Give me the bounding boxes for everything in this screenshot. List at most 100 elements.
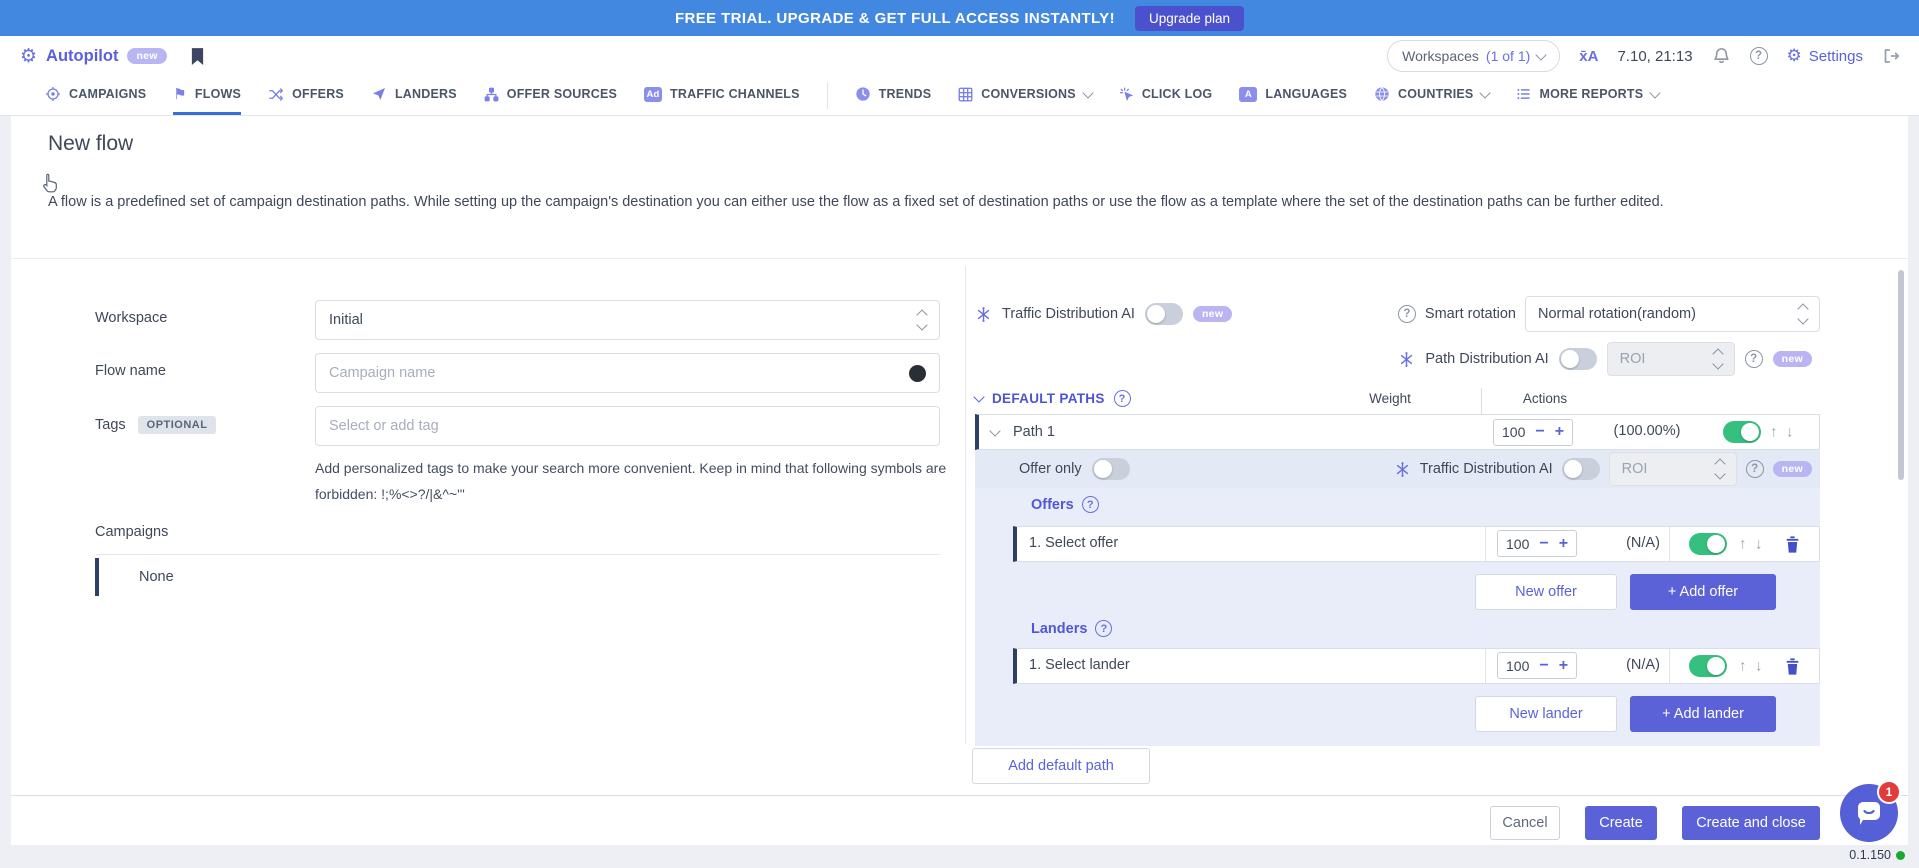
offer-only-toggle[interactable] xyxy=(1092,458,1130,480)
path-weight-percent: (100.00%) xyxy=(1591,423,1703,439)
plus-icon[interactable]: + xyxy=(1559,536,1568,552)
minus-icon[interactable]: − xyxy=(1539,536,1548,552)
chevron-down-icon xyxy=(1536,49,1547,60)
actions-column-header: Actions xyxy=(1495,391,1595,406)
nav-conversions[interactable]: CONVERSIONS xyxy=(958,76,1092,115)
plus-icon[interactable]: + xyxy=(1559,658,1568,674)
lander-weight-value[interactable]: 100 xyxy=(1506,658,1529,674)
tags-label-text: Tags xyxy=(95,417,126,433)
paper-plane-icon xyxy=(371,86,387,102)
offer-stat: (N/A) xyxy=(1593,535,1693,551)
nav-more-reports[interactable]: MORE REPORTS xyxy=(1516,76,1659,115)
version-info: 0.1.150 xyxy=(1849,848,1905,862)
nav-click-log[interactable]: CLICK LOG xyxy=(1119,76,1213,115)
nav-countries[interactable]: COUNTRIES xyxy=(1374,76,1489,115)
offer-select[interactable]: 1. Select offer xyxy=(1029,535,1118,551)
workspace-select[interactable]: Initial xyxy=(315,300,940,340)
plus-icon[interactable]: + xyxy=(1555,424,1564,440)
new-offer-button[interactable]: New offer xyxy=(1475,574,1617,610)
create-button[interactable]: Create xyxy=(1585,806,1657,840)
path-enabled-toggle[interactable] xyxy=(1723,421,1761,443)
ad-icon: Ad xyxy=(644,87,662,102)
offer-weight-value[interactable]: 100 xyxy=(1506,536,1529,552)
notifications-bell-icon[interactable] xyxy=(1712,46,1731,66)
chat-widget-button[interactable]: 1 xyxy=(1840,784,1898,842)
path-ai-label: Path Distribution AI xyxy=(1425,351,1548,367)
path-ai-toggle[interactable] xyxy=(1559,348,1597,370)
flow-name-label: Flow name xyxy=(95,363,166,379)
traffic-ai-toggle[interactable] xyxy=(1145,303,1183,325)
nav-trends[interactable]: TRENDS xyxy=(855,76,932,115)
landers-help-icon[interactable]: ? xyxy=(1095,620,1112,637)
nav-label: CAMPAIGNS xyxy=(69,87,146,101)
lander-select[interactable]: 1. Select lander xyxy=(1029,657,1130,673)
move-down-icon[interactable]: ↓ xyxy=(1755,536,1763,553)
settings-link[interactable]: ⚙ Settings xyxy=(1787,46,1863,66)
move-up-icon[interactable]: ↑ xyxy=(1739,658,1747,675)
traffic-ai-help-icon[interactable]: ? xyxy=(1746,460,1764,478)
logout-icon[interactable] xyxy=(1882,47,1901,65)
minus-icon[interactable]: − xyxy=(1535,424,1544,440)
delete-lander-icon[interactable] xyxy=(1785,658,1800,675)
nav-offer-sources[interactable]: OFFER SOURCES xyxy=(484,76,617,115)
lander-weight-control: 100 − + xyxy=(1497,652,1577,679)
panel-scrollbar[interactable] xyxy=(1898,270,1904,480)
nav-label: CONVERSIONS xyxy=(981,87,1076,101)
nav-campaigns[interactable]: CAMPAIGNS xyxy=(45,76,146,115)
minus-icon[interactable]: − xyxy=(1539,658,1548,674)
traffic-ai-row: Traffic Distribution AI new ? Smart rota… xyxy=(975,296,1820,332)
flow-name-input[interactable]: Campaign name xyxy=(315,353,940,393)
path-traffic-ai-toggle[interactable] xyxy=(1562,458,1600,480)
offer-weight-control: 100 − + xyxy=(1497,530,1577,557)
nav-languages[interactable]: A LANGUAGES xyxy=(1239,76,1347,115)
nav-label: MORE REPORTS xyxy=(1539,87,1643,101)
nav-landers[interactable]: LANDERS xyxy=(371,76,457,115)
upgrade-plan-button[interactable]: Upgrade plan xyxy=(1135,6,1244,31)
trial-banner: FREE TRIAL. UPGRADE & GET FULL ACCESS IN… xyxy=(0,0,1919,36)
chat-bubble-icon xyxy=(1855,800,1883,826)
bookmark-icon[interactable] xyxy=(190,47,205,66)
list-icon xyxy=(1516,87,1531,101)
default-paths-toggle[interactable]: DEFAULT PATHS ? xyxy=(975,390,1131,407)
translate-icon[interactable]: x̄A xyxy=(1579,48,1598,65)
lander-enabled-toggle[interactable] xyxy=(1689,655,1727,677)
column-divider xyxy=(965,266,966,744)
header-actions: Workspaces (1 of 1) x̄A 7.10, 21:13 ? ⚙ … xyxy=(1387,40,1901,72)
move-down-icon[interactable]: ↓ xyxy=(1786,424,1794,441)
title-divider xyxy=(11,258,1908,259)
create-and-close-button[interactable]: Create and close xyxy=(1682,806,1820,840)
nav-label: FLOWS xyxy=(195,87,241,101)
move-up-icon[interactable]: ↑ xyxy=(1770,424,1778,441)
workspaces-selector[interactable]: Workspaces (1 of 1) xyxy=(1387,40,1560,72)
smart-rotation-help-icon[interactable]: ? xyxy=(1398,305,1416,323)
workspace-label: Workspace xyxy=(95,310,167,326)
nav-offers[interactable]: OFFERS xyxy=(268,76,344,115)
app-logo[interactable]: ⚙ Autopilot new xyxy=(20,47,205,66)
add-default-path-button[interactable]: Add default path xyxy=(972,748,1150,784)
chevron-down-icon[interactable] xyxy=(989,425,1000,436)
tags-input[interactable]: Select or add tag xyxy=(315,406,940,446)
help-icon[interactable]: ? xyxy=(1750,47,1768,65)
flow-color-dot[interactable] xyxy=(909,365,926,382)
nav-traffic-channels[interactable]: Ad TRAFFIC CHANNELS xyxy=(644,76,800,115)
nav-flows[interactable]: ⚑ FLOWS xyxy=(173,76,241,115)
offers-help-icon[interactable]: ? xyxy=(1082,496,1099,513)
path-ai-help-icon[interactable]: ? xyxy=(1745,350,1763,368)
smart-rotation-select[interactable]: Normal rotation(random) xyxy=(1525,296,1820,332)
autopilot-new-badge: new xyxy=(127,48,166,64)
settings-gear-icon: ⚙ xyxy=(1787,46,1802,66)
nav-label: TRENDS xyxy=(879,87,932,101)
path-weight-value[interactable]: 100 xyxy=(1502,424,1525,440)
add-lander-button[interactable]: + Add lander xyxy=(1630,696,1776,732)
offer-enabled-toggle[interactable] xyxy=(1689,533,1727,555)
cancel-button[interactable]: Cancel xyxy=(1490,806,1560,840)
default-paths-help-icon[interactable]: ? xyxy=(1114,390,1131,407)
add-offer-button[interactable]: + Add offer xyxy=(1630,574,1776,610)
new-lander-button[interactable]: New lander xyxy=(1475,696,1617,732)
path-row[interactable]: Path 1 100 − + (100.00%) ↑ ↓ xyxy=(975,414,1820,450)
move-down-icon[interactable]: ↓ xyxy=(1755,658,1763,675)
move-up-icon[interactable]: ↑ xyxy=(1739,536,1747,553)
nav-label: COUNTRIES xyxy=(1398,87,1473,101)
delete-offer-icon[interactable] xyxy=(1785,536,1800,553)
cell-separator xyxy=(1669,527,1670,561)
